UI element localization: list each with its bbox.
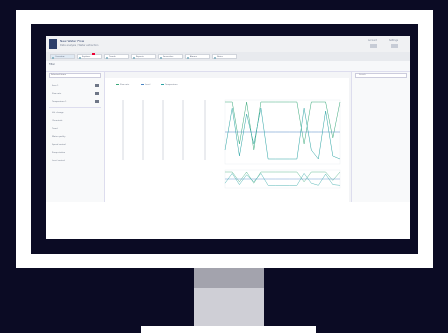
line-chart	[122, 99, 341, 189]
toggle-icon[interactable]	[95, 84, 99, 87]
tab-reports[interactable]: Reports	[131, 54, 156, 59]
monitor-stand-shadow	[194, 268, 264, 288]
tab-explorer[interactable]: Explorer	[77, 54, 102, 59]
left-item[interactable]: Trend	[52, 128, 57, 130]
tab-icon	[214, 56, 216, 59]
bottom-area	[46, 202, 410, 239]
tab-icon	[79, 56, 81, 59]
app-subtitle: Data analysis / Water extraction	[60, 44, 99, 47]
tab-icon	[160, 56, 162, 59]
left-item[interactable]: Speed control	[52, 144, 66, 146]
filter-bar	[46, 61, 410, 72]
series-line	[225, 171, 341, 184]
series-line	[225, 101, 341, 151]
app-logo	[49, 39, 57, 49]
right-panel	[351, 72, 410, 202]
chart-toolbar	[105, 72, 349, 78]
left-item[interactable]: Vol. change	[52, 112, 64, 114]
tab-bar: Overview Explorer Trends Reports Favouri…	[46, 52, 410, 61]
tab-label: Reports	[136, 56, 144, 58]
tab-label: Explorer	[82, 56, 91, 58]
left-item[interactable]: Flow rate	[52, 93, 61, 95]
left-item[interactable]: Level control	[52, 160, 65, 162]
tab-alarms[interactable]: Alarms	[185, 54, 210, 59]
tab-favourites[interactable]: Favourites	[158, 54, 183, 59]
tab-icon	[106, 56, 108, 59]
overview-series-group	[224, 171, 341, 186]
series-group	[224, 101, 341, 160]
left-item[interactable]: Pump station	[52, 152, 65, 154]
notification-badge	[92, 53, 95, 55]
left-item[interactable]: Temperature 1	[52, 101, 67, 103]
tab-label: Trends	[109, 56, 116, 58]
item-select-value: Selected items	[51, 74, 66, 76]
tab-overview[interactable]: Overview	[50, 54, 75, 59]
search-placeholder: Search	[359, 74, 366, 76]
tab-label: Alarms	[190, 56, 197, 58]
series-line	[224, 173, 341, 186]
settings-button[interactable]	[391, 44, 398, 48]
app-header: New Water Flow Data analysis / Water ext…	[46, 36, 410, 52]
left-item[interactable]: Water quality	[52, 136, 65, 138]
app-title: New Water Flow	[60, 39, 85, 43]
filter-label: Filter	[49, 63, 55, 66]
series-line	[224, 107, 341, 160]
account-button[interactable]	[370, 44, 377, 48]
tab-icon	[133, 56, 135, 59]
tab-trends[interactable]: Trends	[104, 54, 129, 59]
tab-icon	[52, 56, 54, 59]
header-settings-label: Settings	[389, 39, 398, 42]
tab-label: Notes	[217, 56, 223, 58]
monitor-foot	[141, 326, 316, 333]
tab-label: Favourites	[163, 56, 174, 58]
tab-icon	[187, 56, 189, 59]
tab-label: Overview	[55, 56, 65, 58]
tab-notes[interactable]: Notes	[212, 54, 237, 59]
toggle-icon[interactable]	[95, 100, 99, 103]
header-account-label: Account	[368, 39, 377, 42]
left-item[interactable]: Item 1	[52, 85, 58, 87]
app-screen: New Water Flow Data analysis / Water ext…	[46, 36, 410, 239]
left-item[interactable]: Chemicals	[52, 120, 62, 122]
toggle-icon[interactable]	[95, 92, 99, 95]
